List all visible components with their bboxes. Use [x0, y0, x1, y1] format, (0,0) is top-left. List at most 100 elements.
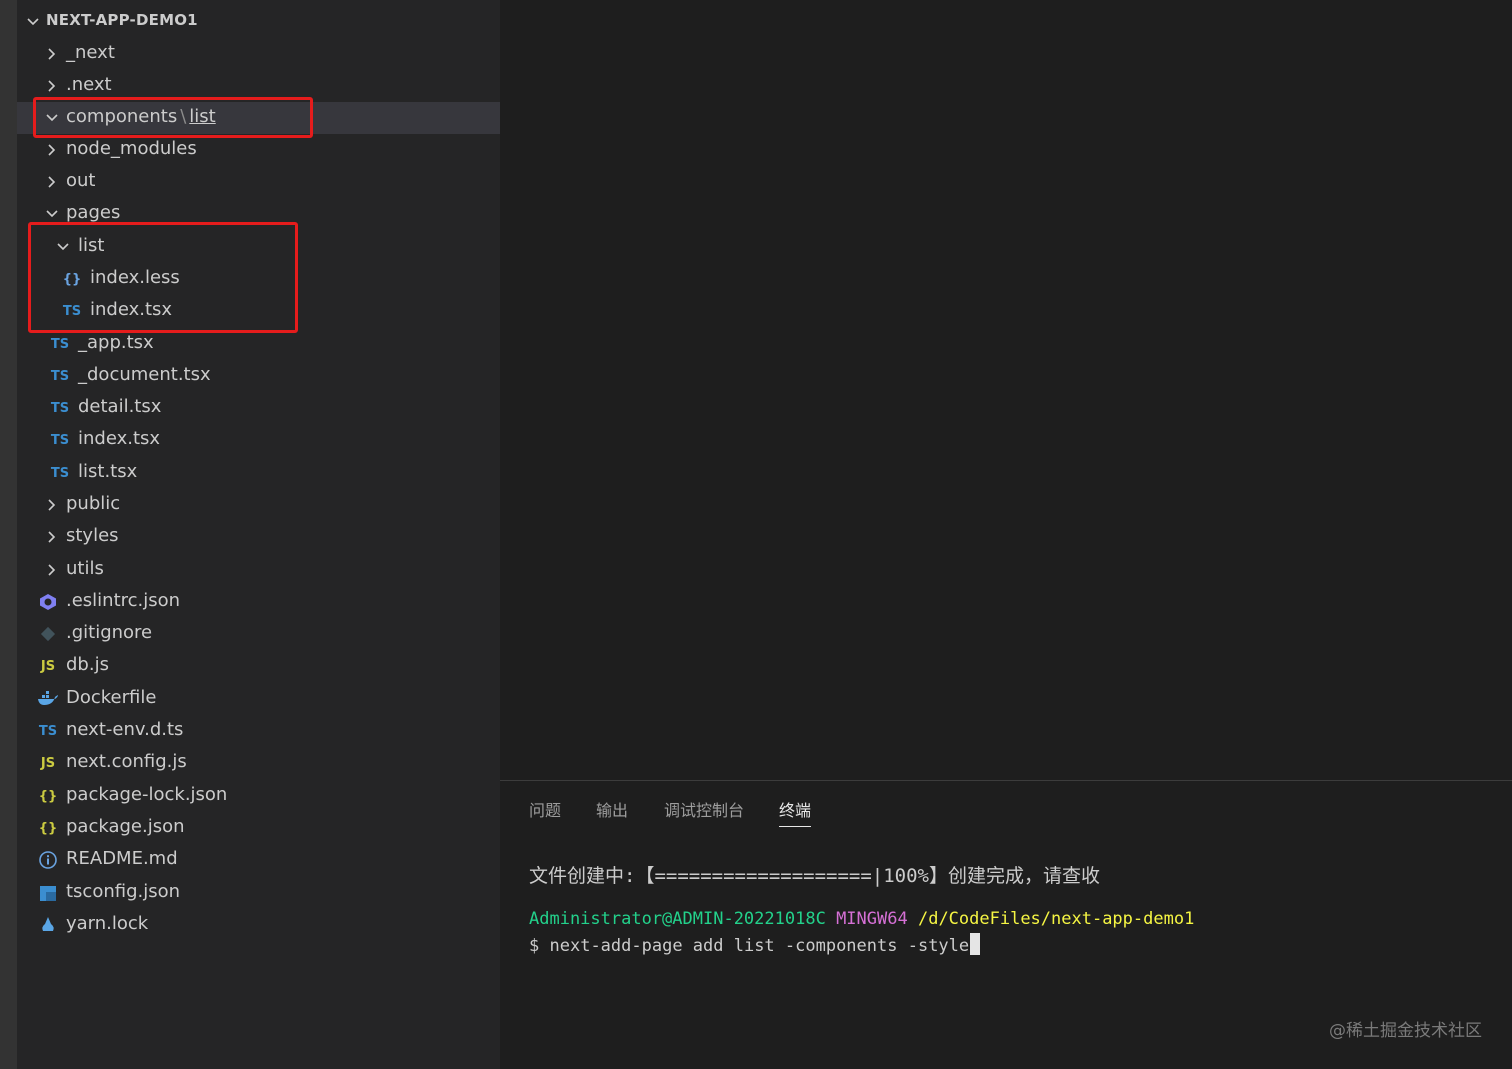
tree-item-file[interactable]: TS list.tsx	[17, 457, 500, 489]
tree-item-label: out	[66, 170, 96, 191]
tree-item-label: next-env.d.ts	[66, 719, 184, 740]
typescript-file-icon: TS	[50, 400, 70, 416]
tree-item-file[interactable]: yarn.lock	[17, 909, 500, 941]
tree-item-label: public	[66, 493, 121, 514]
tree-item-label: list.tsx	[78, 461, 138, 482]
chevron-right-icon	[48, 564, 56, 576]
typescript-file-icon: TS	[50, 465, 70, 481]
tree-item-folder[interactable]: list	[17, 231, 500, 263]
path-separator: \	[180, 106, 187, 127]
tree-item-label: list	[78, 235, 105, 256]
tree-item-label: _next	[66, 42, 115, 63]
tree-item-file[interactable]: TS next-env.d.ts	[17, 715, 500, 747]
tsconfig-icon	[40, 886, 56, 901]
json-file-icon: {}	[38, 820, 58, 836]
tree-item-file[interactable]: {} package-lock.json	[17, 780, 500, 812]
tree-item-label: .gitignore	[66, 622, 153, 643]
less-file-icon: {}	[62, 271, 82, 287]
terminal-shell: MINGW64	[836, 909, 908, 929]
javascript-file-icon: JS	[40, 658, 56, 674]
chevron-down-icon	[27, 18, 39, 26]
eslint-icon	[40, 594, 56, 610]
tab-output[interactable]: 输出	[596, 797, 628, 827]
tree-item-label: db.js	[66, 654, 109, 675]
tree-item-label: detail.tsx	[78, 396, 162, 417]
explorer-root-header[interactable]: NEXT-APP-DEMO1	[17, 6, 500, 36]
terminal-command: next-add-page add list -components -styl…	[549, 936, 970, 956]
tree-item-folder[interactable]: styles	[17, 521, 500, 553]
docker-icon	[38, 691, 58, 705]
terminal-prompt: $	[529, 936, 540, 956]
tree-item-file[interactable]: .gitignore	[17, 618, 500, 650]
tree-item-file[interactable]: TS _app.tsx	[17, 328, 500, 360]
panel-tabs: 问题 输出 调试控制台 终端	[500, 781, 1512, 833]
chevron-down-icon	[57, 243, 69, 251]
tree-item-folder[interactable]: public	[17, 489, 500, 521]
info-icon	[39, 851, 57, 869]
tree-item-folder[interactable]: utils	[17, 554, 500, 586]
tree-item-file[interactable]: JS db.js	[17, 650, 500, 682]
tree-item-file[interactable]: TS detail.tsx	[17, 392, 500, 424]
activity-bar	[0, 0, 17, 1069]
tree-item-folder[interactable]: .next	[17, 70, 500, 102]
tab-debug-console[interactable]: 调试控制台	[664, 797, 744, 827]
terminal-command-line[interactable]: $ next-add-page add list -components -st…	[529, 933, 981, 956]
tree-item-file[interactable]: TS index.tsx	[17, 295, 500, 327]
chevron-right-icon	[48, 531, 56, 543]
tree-item-folder[interactable]: _next	[17, 38, 500, 70]
tree-item-folder[interactable]: out	[17, 166, 500, 198]
tree-item-label: yarn.lock	[66, 913, 149, 934]
tree-item-file[interactable]: {} index.less	[17, 263, 500, 295]
tree-item-label: _document.tsx	[78, 364, 211, 385]
typescript-file-icon: TS	[62, 303, 82, 319]
tree-item-label: styles	[66, 525, 119, 546]
chevron-right-icon	[48, 176, 56, 188]
tree-item-file[interactable]: README.md	[17, 844, 500, 876]
yarn-icon	[42, 917, 54, 931]
tree-item-label: index.less	[90, 267, 180, 288]
chevron-down-icon	[46, 210, 58, 218]
javascript-file-icon: JS	[40, 755, 56, 771]
tree-item-label: components \ list	[66, 106, 216, 127]
tree-item-label: README.md	[66, 848, 178, 869]
tree-item-label: package-lock.json	[66, 784, 228, 805]
tree-item-folder[interactable]: pages	[17, 198, 500, 230]
tree-item-file[interactable]: TS index.tsx	[17, 424, 500, 456]
compact-folder-child[interactable]: list	[189, 106, 215, 127]
terminal-user-host: Administrator@ADMIN-20221018C	[529, 909, 826, 929]
tab-terminal[interactable]: 终端	[779, 797, 812, 827]
chevron-right-icon	[48, 80, 56, 92]
tree-item-file[interactable]: TS _document.tsx	[17, 360, 500, 392]
tree-item-label: utils	[66, 558, 104, 579]
tree-item-folder[interactable]: node_modules	[17, 134, 500, 166]
tree-item-label: index.tsx	[78, 428, 161, 449]
typescript-file-icon: TS	[50, 368, 70, 384]
tree-item-file[interactable]: {} package.json	[17, 812, 500, 844]
typescript-file-icon: TS	[38, 723, 58, 739]
tree-item-file[interactable]: tsconfig.json	[17, 877, 500, 909]
terminal-progress-line: 文件创建中:【===================|100%】创建完成，请查收	[529, 865, 1100, 887]
explorer-root-title: NEXT-APP-DEMO1	[46, 11, 198, 29]
terminal-cursor	[970, 933, 981, 955]
chevron-right-icon	[48, 48, 56, 60]
tree-item-folder-selected[interactable]: components \ list	[17, 102, 500, 134]
tree-item-label: Dockerfile	[66, 687, 157, 708]
tree-item-label: .next	[66, 74, 112, 95]
tree-item-label: pages	[66, 202, 121, 223]
tree-item-label: next.config.js	[66, 751, 187, 772]
tree-item-label: .eslintrc.json	[66, 590, 181, 611]
terminal-path: /d/CodeFiles/next-app-demo1	[917, 909, 1195, 929]
compact-folder-parent[interactable]: components	[66, 106, 177, 127]
terminal-prompt-header: Administrator@ADMIN-20221018C MINGW64 /d…	[529, 909, 1194, 929]
tree-item-label: tsconfig.json	[66, 881, 181, 902]
chevron-right-icon	[48, 144, 56, 156]
tree-item-file[interactable]: .eslintrc.json	[17, 586, 500, 618]
tab-problems[interactable]: 问题	[529, 797, 561, 827]
tree-item-file[interactable]: Dockerfile	[17, 683, 500, 715]
tree-item-label: node_modules	[66, 138, 197, 159]
tree-item-file[interactable]: JS next.config.js	[17, 747, 500, 779]
tree-item-label: index.tsx	[90, 299, 173, 320]
tree-item-label: _app.tsx	[78, 332, 154, 353]
chevron-right-icon	[48, 499, 56, 511]
watermark: @稀土掘金技术社区	[1329, 1021, 1482, 1041]
